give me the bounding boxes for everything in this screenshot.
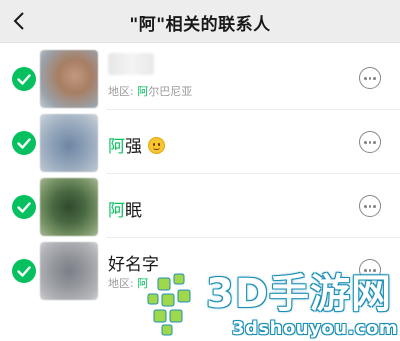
more-options-icon[interactable] [359,67,381,89]
watermark-url: 3dshouyou.com [232,318,399,339]
smile-emoji-icon [148,137,165,154]
avatar [40,242,98,300]
contact-name: 阿眠 [108,201,142,221]
contact-name: 阿强 [108,132,165,157]
avatar [40,114,98,172]
page-title: "阿"相关的联系人 [129,15,271,35]
selected-check-icon[interactable] [12,259,36,283]
avatar [40,178,98,236]
watermark-title: 3D手游网 [206,271,393,317]
contact-row[interactable]: 阿眠 [0,174,400,238]
contact-region: 地区: 阿尔巴尼亚 [108,85,193,98]
more-options-icon[interactable] [359,131,381,153]
selected-check-icon[interactable] [12,67,36,91]
selected-check-icon[interactable] [12,195,36,219]
more-options-icon[interactable] [359,195,381,217]
avatar [40,50,98,108]
contact-row[interactable]: 阿强 [0,110,400,174]
contact-row[interactable]: 地区: 阿尔巴尼亚 [0,46,400,110]
contact-name-redacted [108,53,154,75]
navigation-bar: "阿"相关的联系人 [0,0,400,43]
watermark: 3D手游网 3dshouyou.com [140,268,400,341]
watermark-logo-icon [147,273,191,336]
selected-check-icon[interactable] [12,131,36,155]
